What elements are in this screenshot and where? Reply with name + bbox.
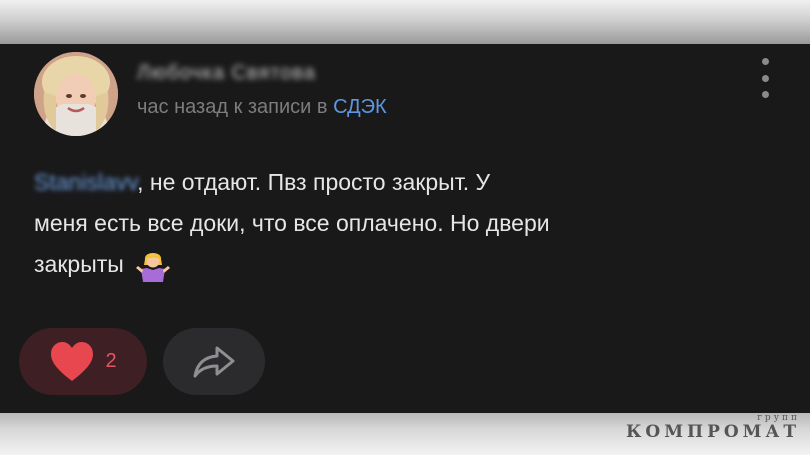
author-name[interactable]: Любочка Святова bbox=[137, 62, 316, 88]
like-button[interactable]: 2 bbox=[19, 328, 147, 395]
post-link[interactable]: СДЭК bbox=[333, 96, 387, 118]
avatar[interactable] bbox=[34, 52, 118, 136]
background-top bbox=[0, 0, 810, 44]
mention-link[interactable]: Stanislavv bbox=[34, 169, 137, 195]
comment-text: Stanislavv, не отдают. Пвз просто закрыт… bbox=[34, 162, 774, 285]
comment-meta: час назад к записи в СДЭК bbox=[137, 96, 387, 119]
comment-line-1: , не отдают. Пвз просто закрыт. У bbox=[137, 169, 491, 195]
more-dot bbox=[761, 91, 769, 98]
share-arrow-icon bbox=[193, 346, 235, 377]
comment-line-3: закрыты bbox=[34, 251, 124, 277]
more-options-icon[interactable] bbox=[756, 58, 774, 98]
avatar-photo bbox=[34, 52, 118, 136]
watermark: групп КОМПРОМАТ bbox=[626, 413, 800, 441]
comment-time: час назад к записи в bbox=[137, 96, 334, 118]
more-dot bbox=[761, 74, 769, 82]
like-count: 2 bbox=[105, 350, 117, 372]
more-dot bbox=[761, 58, 769, 65]
comment-line-2: меня есть все доки, что все оплачено. Но… bbox=[34, 210, 550, 236]
heart-icon bbox=[51, 341, 94, 381]
person-shrugging-emoji bbox=[136, 252, 171, 282]
comment-card: Любочка Святова час назад к записи в СДЭ… bbox=[0, 44, 810, 413]
watermark-main: КОМПРОМАТ bbox=[625, 422, 800, 442]
share-button[interactable] bbox=[163, 328, 265, 395]
